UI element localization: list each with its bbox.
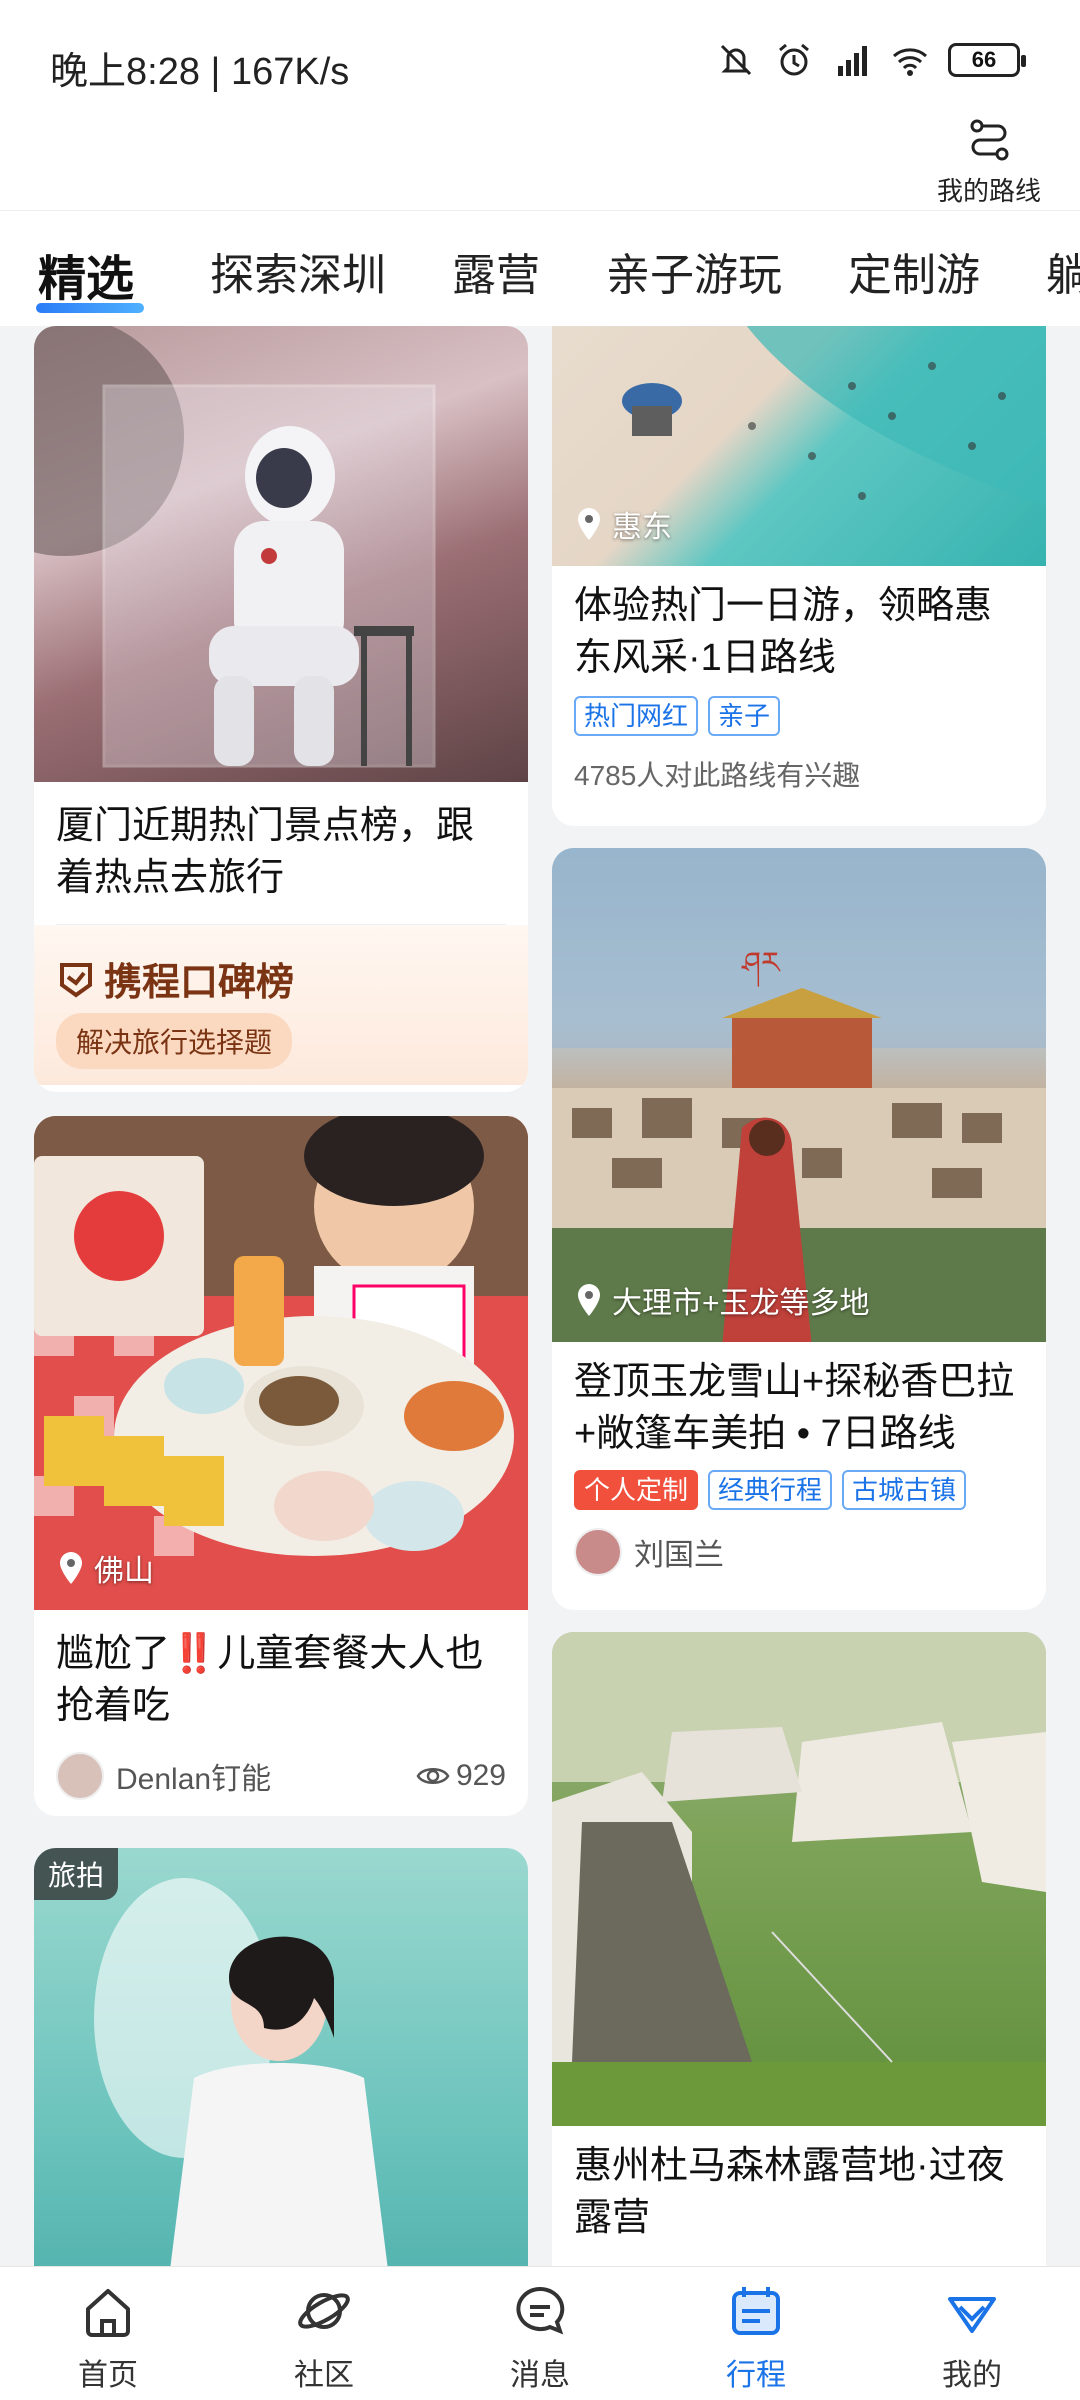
card-title: 登顶玉龙雪山+探秘香巴拉+敞篷车美拍 • 7日路线: [574, 1361, 1015, 1455]
bride-illustration: [94, 1878, 388, 2266]
tab-family[interactable]: 亲子游玩: [606, 239, 782, 303]
camping-image: [552, 1632, 1046, 2126]
kids-meal-image: 佛山: [34, 1116, 528, 1610]
tag-list: 热门网红 亲子: [552, 696, 1046, 736]
brand-logo: 携程口碑榜: [56, 951, 294, 1006]
location-text: 惠东: [612, 511, 672, 544]
status-bar: 晚上8:28 | 167K/s 66: [0, 0, 1080, 120]
nav-home[interactable]: 首页: [0, 2267, 216, 2400]
bride-image: [34, 1848, 528, 2266]
kids-meal-illustration: [34, 1116, 528, 1610]
nav-community[interactable]: 社区: [216, 2267, 432, 2400]
tab-explore-shenzhen[interactable]: 探索深圳: [210, 239, 386, 303]
author-row: Denlan钉能 929: [34, 1752, 528, 1800]
card-title: 惠州杜马森林露营地·过夜露营: [574, 2145, 1005, 2239]
view-count-value: 929: [455, 1759, 506, 1792]
beach-image: 惠东: [552, 326, 1046, 566]
author-avatar[interactable]: [56, 1752, 104, 1800]
nav-community-label: 社区: [294, 2359, 354, 2392]
nav-itinerary[interactable]: 行程: [648, 2267, 864, 2400]
my-route-button[interactable]: 我的路线: [934, 110, 1044, 206]
author-name[interactable]: 刘国兰: [634, 1530, 724, 1574]
planet-icon: [298, 2293, 350, 2329]
tab-custom-tour[interactable]: 定制游: [848, 239, 980, 303]
calendar-icon: [732, 2287, 780, 2335]
card-title: 体验热门一日游，领略惠东风采·1日路线: [574, 585, 993, 679]
location-pin-icon: [60, 1552, 82, 1584]
location-pin-icon: [578, 508, 600, 540]
location-label: 大理市+玉龙等多地: [574, 1278, 870, 1322]
shangrila-image: ཤར 大理市+玉龙等多地: [552, 848, 1046, 1342]
location-text: 大理市+玉龙等多地: [612, 1287, 870, 1320]
route-icon: [970, 119, 1009, 161]
card-title: 厦门近期热门景点榜，跟着热点去旅行: [56, 805, 475, 899]
location-pin-icon: [578, 1284, 600, 1316]
route-card-camping[interactable]: 惠州杜马森林露营地·过夜露营: [552, 1632, 1046, 2266]
alarm-icon: [779, 43, 809, 76]
header-bar: 我的路线: [0, 110, 1080, 210]
brand-badge-icon: [60, 962, 92, 997]
eye-icon: [416, 1768, 450, 1784]
tag: 个人定制: [574, 1470, 699, 1510]
view-count: 929: [416, 1759, 506, 1793]
tag: 亲子: [708, 696, 781, 736]
astronaut-illustration: [34, 326, 436, 768]
feed: 厦门近期热门景点榜，跟着热点去旅行 携程口碑榜 解决旅行选择题 佛山 尴尬了‼️…: [0, 326, 1080, 2266]
tag-list: 个人定制 经典行程 古城古镇: [552, 1470, 1046, 1510]
nav-home-label: 首页: [78, 2359, 138, 2392]
my-route-label: 我的路线: [936, 176, 1041, 206]
astronaut-image: [34, 326, 528, 782]
nav-me-label: 我的: [942, 2359, 1002, 2392]
brand-button[interactable]: 解决旅行选择题: [56, 1013, 293, 1069]
route-card-dali[interactable]: ཤར 大理市+玉龙等多地 登顶玉龙雪山+探秘香巴拉+敞篷车美拍 • 7日路线 个…: [552, 848, 1046, 1610]
ranking-card[interactable]: 厦门近期热门景点榜，跟着热点去旅行 携程口碑榜 解决旅行选择题: [34, 326, 528, 1092]
route-card-huidong[interactable]: 惠东 体验热门一日游，领略惠东风采·1日路线 热门网红 亲子 4785人对此路线…: [552, 326, 1046, 826]
nav-itinerary-label: 行程: [726, 2359, 786, 2392]
interest-count: 4785人对此路线有兴趣: [574, 760, 861, 791]
author-avatar[interactable]: [574, 1528, 622, 1576]
tag: 古城古镇: [842, 1470, 967, 1510]
active-tab-indicator: [36, 303, 144, 313]
mute-bell-icon: [720, 44, 752, 76]
travel-photo-badge: 旅拍: [34, 1848, 119, 1900]
tents-illustration: [552, 1632, 1046, 2126]
diamond-icon: [948, 2297, 996, 2333]
card-title: 尴尬了‼️儿童套餐大人也抢着吃: [56, 1633, 484, 1727]
location-label: 佛山: [56, 1546, 154, 1590]
author-row: 刘国兰: [552, 1528, 1046, 1576]
wifi-icon: [893, 48, 927, 76]
nav-messages-label: 消息: [510, 2359, 570, 2392]
nav-messages[interactable]: 消息: [432, 2267, 648, 2400]
tab-camping[interactable]: 露营: [452, 239, 540, 303]
signal-icon: [838, 46, 867, 76]
location-label: 惠东: [574, 502, 672, 546]
author-name[interactable]: Denlan钉能: [116, 1754, 271, 1798]
nav-me[interactable]: 我的: [864, 2267, 1080, 2400]
tag: 热门网红: [574, 696, 699, 736]
monastery-illustration: ཤར: [552, 848, 1046, 1342]
post-card-foshan[interactable]: 佛山 尴尬了‼️儿童套餐大人也抢着吃 Denlan钉能 929: [34, 1116, 528, 1816]
tab-more[interactable]: 躺: [1046, 239, 1080, 303]
brand-banner[interactable]: 携程口碑榜 解决旅行选择题: [34, 925, 528, 1085]
location-text: 佛山: [94, 1555, 154, 1588]
brand-name: 携程口碑榜: [104, 962, 295, 1004]
bottom-nav: 首页 社区 消息 行程 我的: [0, 2266, 1080, 2400]
status-icons: 66: [716, 40, 1026, 80]
category-tabs: 精选 探索深圳 露营 亲子游玩 定制游 躺: [0, 210, 1080, 326]
message-icon: [516, 2286, 565, 2335]
status-time-speed: 晚上8:28 | 167K/s: [50, 51, 350, 93]
home-icon: [86, 2289, 130, 2337]
battery-indicator: 66: [948, 43, 1026, 77]
travel-photo-card[interactable]: 旅拍: [34, 1848, 528, 2266]
tab-featured[interactable]: 精选: [38, 239, 134, 309]
tag: 经典行程: [708, 1470, 833, 1510]
